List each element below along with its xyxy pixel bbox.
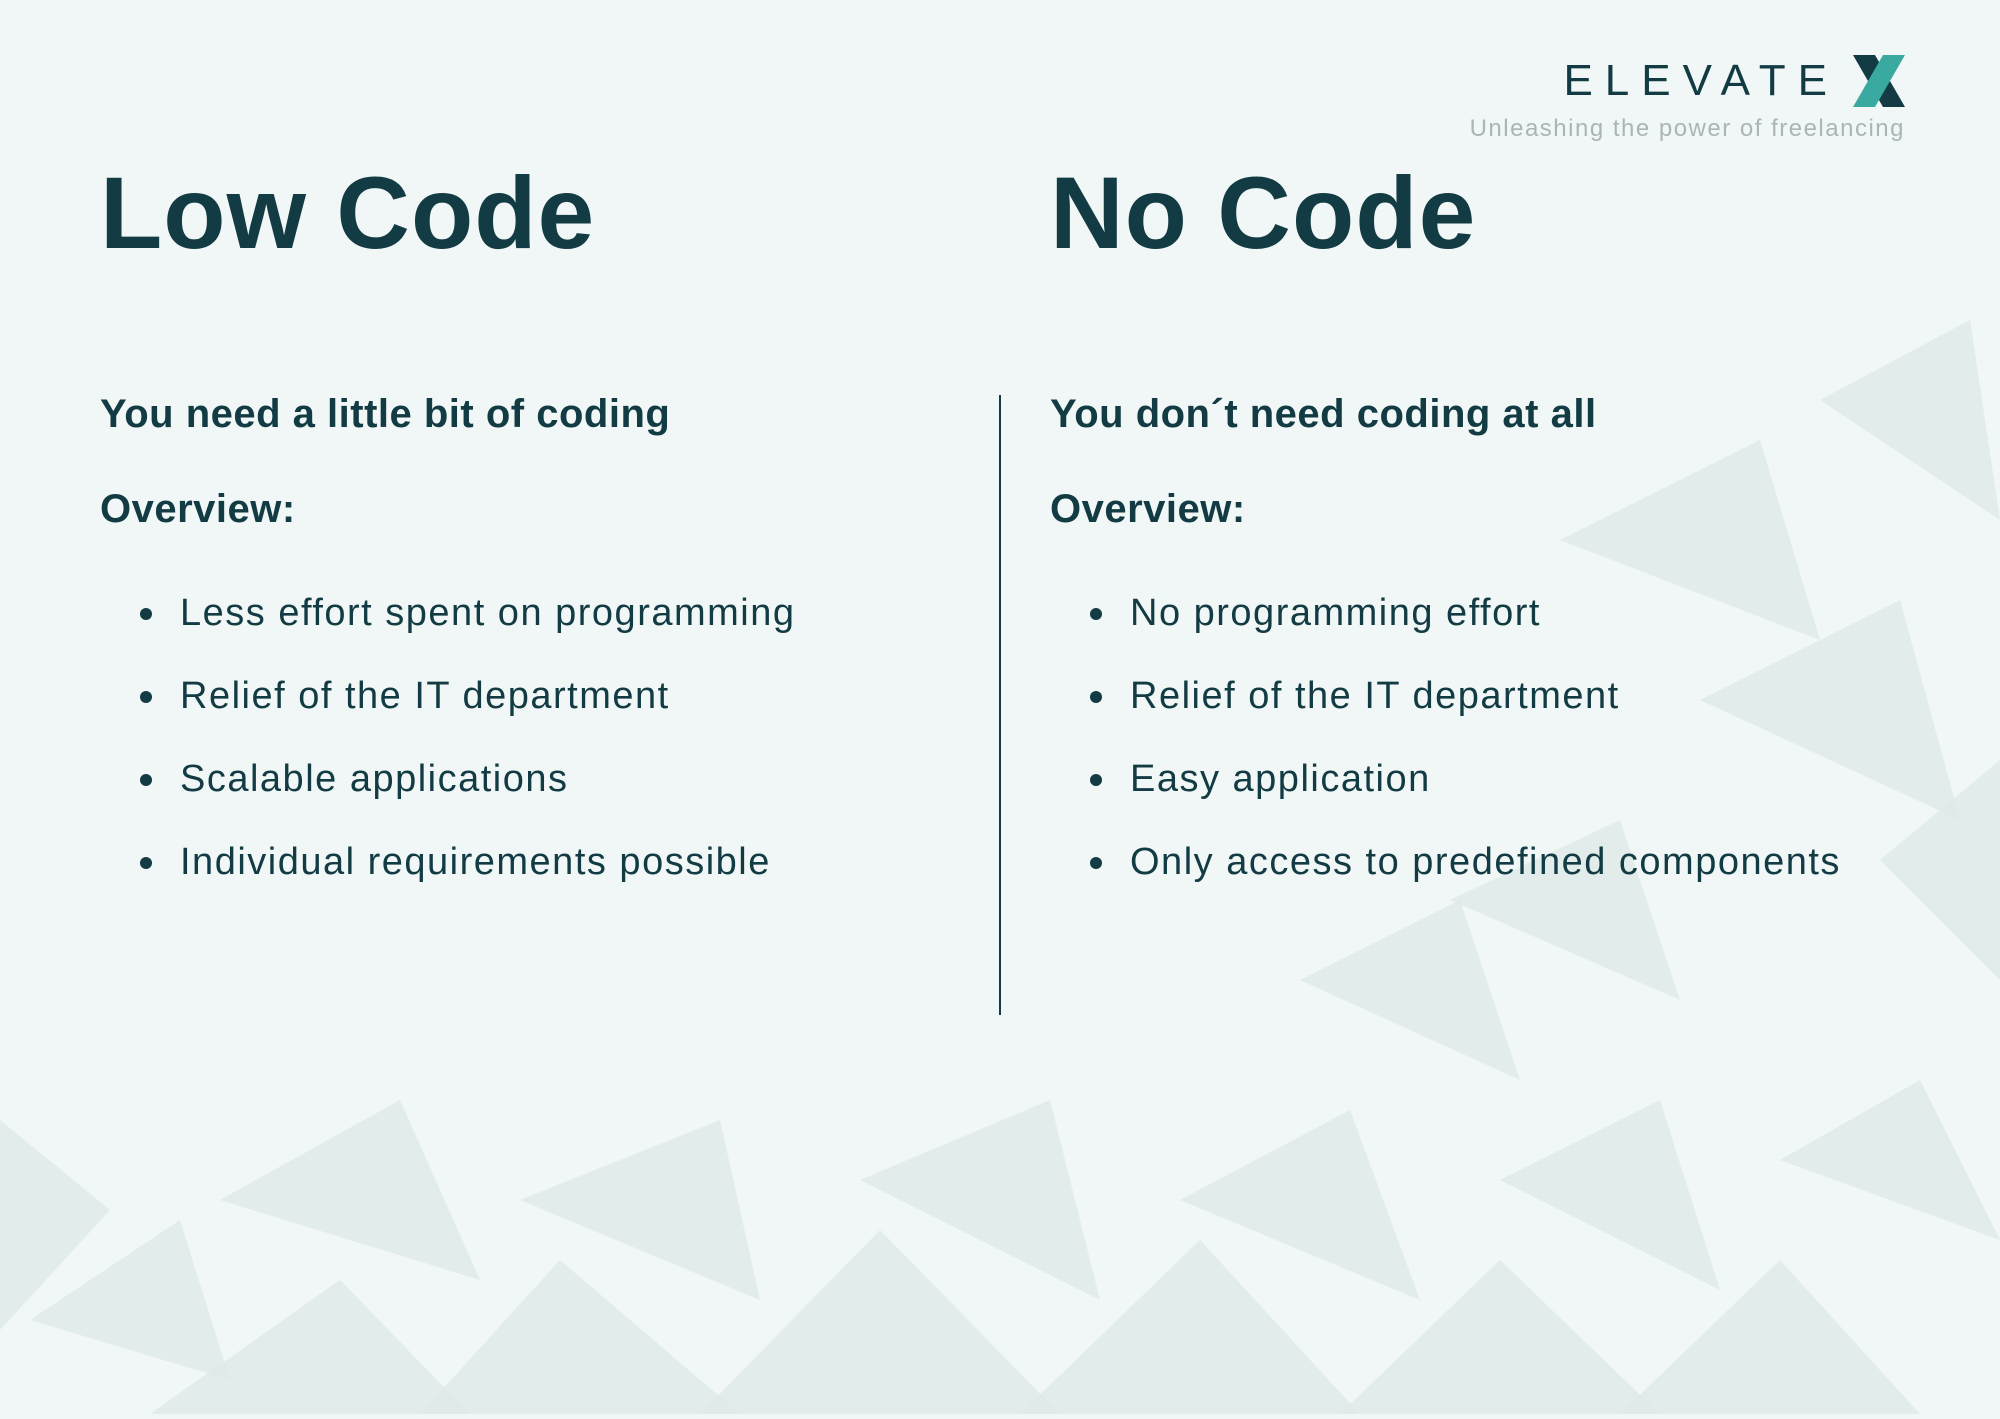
- list-item: Scalable applications: [140, 758, 930, 801]
- right-subtitle: You don´t need coding at all: [1050, 392, 1880, 437]
- column-right: No Code You don´t need coding at all Ove…: [990, 155, 1900, 924]
- brand-tagline: Unleashing the power of freelancing: [1470, 115, 1905, 143]
- list-item: Relief of the IT department: [1090, 675, 1880, 718]
- columns-container: Low Code You need a little bit of coding…: [100, 155, 1900, 924]
- list-item: Relief of the IT department: [140, 675, 930, 718]
- brand-block: ELEVATE Unleashing the power of freelanc…: [1470, 55, 1905, 143]
- brand-name: ELEVATE: [1563, 56, 1839, 106]
- list-item: Only access to predefined components: [1090, 841, 1880, 884]
- brand-x-icon: [1853, 55, 1905, 107]
- column-left: Low Code You need a little bit of coding…: [100, 155, 990, 924]
- right-list: No programming effort Relief of the IT d…: [1050, 592, 1880, 884]
- right-overview-label: Overview:: [1050, 487, 1880, 532]
- list-item: Individual requirements possible: [140, 841, 930, 884]
- right-title: No Code: [1050, 155, 1880, 272]
- left-title: Low Code: [100, 155, 930, 272]
- left-subtitle: You need a little bit of coding: [100, 392, 930, 437]
- left-overview-label: Overview:: [100, 487, 930, 532]
- list-item: Easy application: [1090, 758, 1880, 801]
- brand-logo: ELEVATE: [1470, 55, 1905, 107]
- list-item: Less effort spent on programming: [140, 592, 930, 635]
- left-list: Less effort spent on programming Relief …: [100, 592, 930, 884]
- list-item: No programming effort: [1090, 592, 1880, 635]
